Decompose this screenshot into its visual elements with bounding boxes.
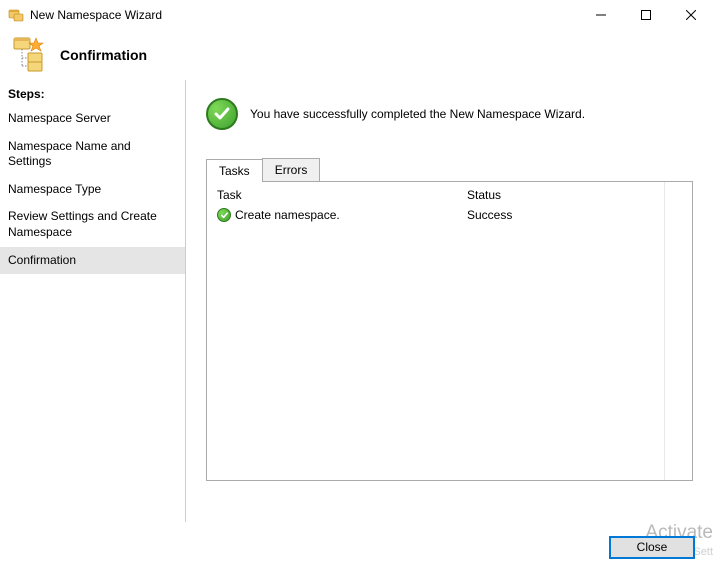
main-panel: You have successfully completed the New … <box>186 80 713 522</box>
page-title: Confirmation <box>60 47 147 63</box>
tabs-container: Tasks Errors Task Status Create namespac… <box>206 158 693 481</box>
close-button[interactable]: Close <box>609 536 695 559</box>
window-title: New Namespace Wizard <box>30 8 578 22</box>
tab-errors[interactable]: Errors <box>262 158 321 181</box>
tab-row: Tasks Errors <box>206 158 693 181</box>
minimize-button[interactable] <box>578 0 623 30</box>
task-cell: Create namespace. <box>217 208 467 222</box>
step-namespace-server[interactable]: Namespace Server <box>0 105 185 133</box>
titlebar: New Namespace Wizard <box>0 0 713 30</box>
maximize-button[interactable] <box>623 0 668 30</box>
step-review-create[interactable]: Review Settings and Create Namespace <box>0 203 185 246</box>
close-window-button[interactable] <box>668 0 713 30</box>
table-row: Create namespace. Success <box>207 206 692 224</box>
app-icon <box>8 7 24 23</box>
success-row: You have successfully completed the New … <box>206 98 693 130</box>
table-header: Task Status <box>207 182 692 206</box>
content-area: Steps: Namespace Server Namespace Name a… <box>0 80 713 522</box>
status-cell: Success <box>467 208 682 222</box>
step-namespace-name-settings[interactable]: Namespace Name and Settings <box>0 133 185 176</box>
wizard-icon <box>10 36 48 74</box>
step-confirmation[interactable]: Confirmation <box>0 247 185 275</box>
tab-tasks[interactable]: Tasks <box>206 159 263 182</box>
task-name: Create namespace. <box>235 208 340 222</box>
window-controls <box>578 0 713 30</box>
column-divider <box>664 182 665 480</box>
steps-heading: Steps: <box>0 80 185 105</box>
column-header-task: Task <box>217 188 467 202</box>
footer: Close <box>0 522 713 572</box>
row-success-icon <box>217 208 231 222</box>
step-namespace-type[interactable]: Namespace Type <box>0 176 185 204</box>
wizard-header: Confirmation <box>0 30 713 80</box>
tab-content: Task Status Create namespace. Success <box>206 181 693 481</box>
success-message: You have successfully completed the New … <box>250 107 585 121</box>
success-check-icon <box>206 98 238 130</box>
column-header-status: Status <box>467 188 682 202</box>
steps-sidebar: Steps: Namespace Server Namespace Name a… <box>0 80 186 522</box>
